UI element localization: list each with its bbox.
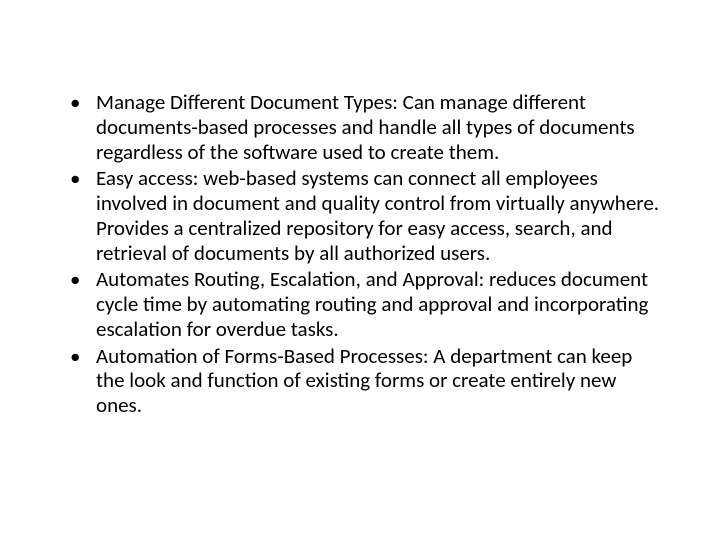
slide: Manage Different Document Types: Can man… — [0, 0, 720, 540]
list-item: Easy access: web-based systems can conne… — [88, 166, 660, 265]
list-item: Automation of Forms-Based Processes: A d… — [88, 344, 660, 418]
list-item: Automates Routing, Escalation, and Appro… — [88, 267, 660, 341]
list-item: Manage Different Document Types: Can man… — [88, 90, 660, 164]
bullet-list: Manage Different Document Types: Can man… — [60, 90, 660, 418]
